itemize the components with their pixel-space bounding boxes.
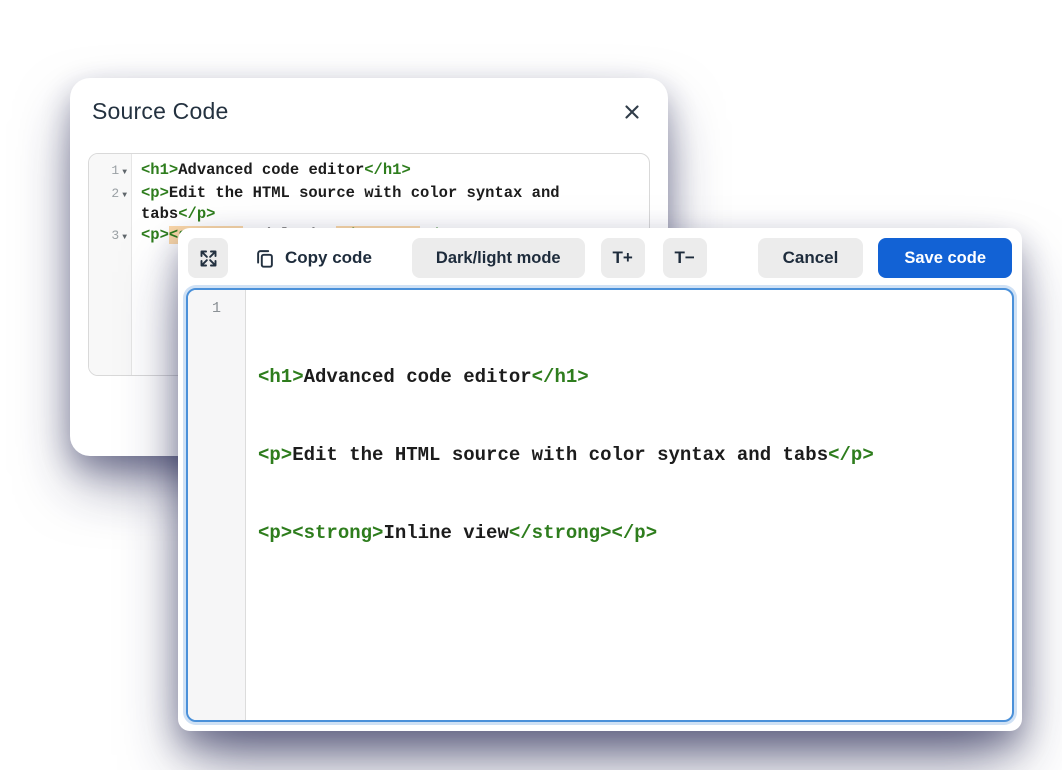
- stage: Source Code 1 ▼ <h1>Advanced code editor…: [0, 0, 1062, 770]
- close-button[interactable]: [618, 98, 646, 126]
- code-text: <p>Edit the HTML source with color synta…: [132, 183, 602, 225]
- font-size-decrease-button[interactable]: T−: [663, 238, 707, 278]
- fold-arrow-icon[interactable]: ▼: [122, 185, 127, 206]
- save-code-button[interactable]: Save code: [878, 238, 1012, 278]
- code-text: <h1>Advanced code editor</h1>: [132, 160, 602, 181]
- code-line: <h1>Advanced code editor</h1>: [258, 364, 1006, 390]
- line-number: 2 ▼: [89, 183, 132, 206]
- copy-icon: [254, 247, 276, 269]
- modal-title: Source Code: [92, 98, 644, 125]
- editor-toolbar: Copy code Dark/light mode T+ T− Cancel S…: [188, 238, 1012, 278]
- fold-arrow-icon[interactable]: ▼: [122, 227, 127, 248]
- code-line: 1 ▼ <h1>Advanced code editor</h1>: [89, 160, 649, 183]
- fullscreen-icon: [198, 248, 219, 269]
- fold-arrow-icon[interactable]: ▼: [122, 162, 127, 183]
- code-line: <p><strong>Inline view</strong></p>: [258, 520, 1006, 546]
- close-icon: [622, 102, 642, 122]
- copy-code-button[interactable]: Copy code: [244, 238, 382, 278]
- inline-code-text: <h1>Advanced code editor</h1> <p>Edit th…: [246, 290, 1012, 720]
- font-size-increase-button[interactable]: T+: [601, 238, 645, 278]
- cancel-button[interactable]: Cancel: [758, 238, 864, 278]
- copy-code-label: Copy code: [285, 248, 372, 268]
- line-number-gutter: 1: [188, 290, 246, 720]
- line-number: 1 ▼: [89, 160, 132, 183]
- fullscreen-button[interactable]: [188, 238, 228, 278]
- inline-editor-panel: Copy code Dark/light mode T+ T− Cancel S…: [178, 228, 1022, 731]
- code-line: 2 ▼ <p>Edit the HTML source with color s…: [89, 183, 649, 225]
- dark-light-mode-button[interactable]: Dark/light mode: [412, 238, 585, 278]
- line-number: 3 ▼: [89, 225, 132, 248]
- inline-code-editor[interactable]: 1 <h1>Advanced code editor</h1> <p>Edit …: [186, 288, 1014, 722]
- line-number: 1: [212, 300, 221, 317]
- code-line: <p>Edit the HTML source with color synta…: [258, 442, 1006, 468]
- modal-header: Source Code: [70, 78, 668, 141]
